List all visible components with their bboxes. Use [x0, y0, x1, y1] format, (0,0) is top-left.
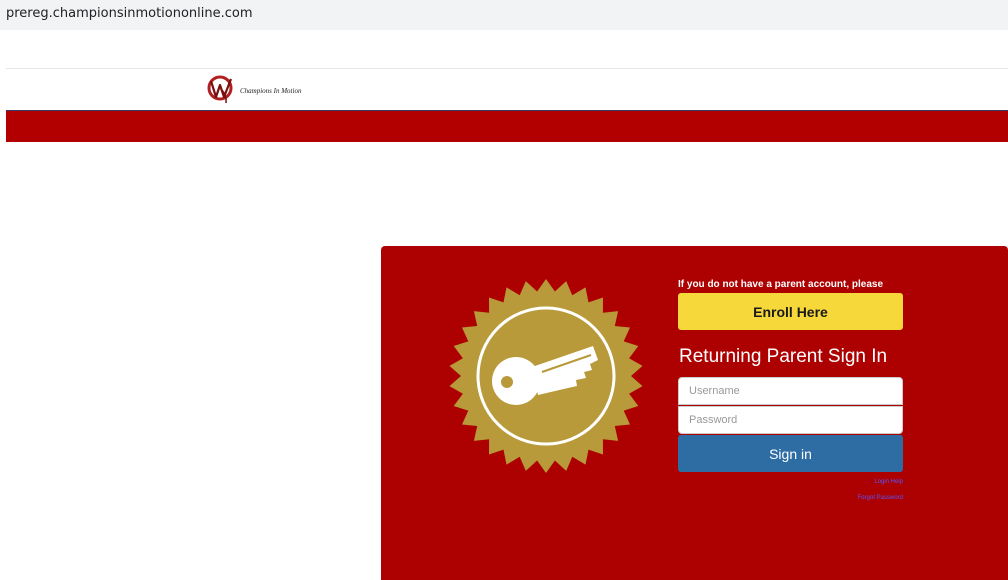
champions-logo-icon — [207, 75, 233, 104]
nav-bar — [6, 111, 1008, 142]
login-help-link[interactable]: Login Help — [874, 479, 903, 485]
header-divider — [6, 68, 1008, 69]
address-bar[interactable]: prereg.championsinmotiononline.com — [0, 0, 1008, 30]
key-seal-icon — [449, 279, 643, 473]
forgot-password-link[interactable]: Forgot Password — [858, 495, 903, 501]
sign-in-heading: Returning Parent Sign In — [679, 346, 888, 367]
password-input[interactable] — [678, 406, 903, 434]
sign-in-button[interactable]: Sign in — [678, 435, 903, 472]
username-input[interactable] — [678, 377, 903, 405]
logo-text: Champions In Motion — [240, 87, 302, 95]
enroll-prompt: If you do not have a parent account, ple… — [678, 279, 884, 290]
site-logo[interactable]: Champions In Motion — [205, 72, 301, 106]
enroll-here-button[interactable]: Enroll Here — [678, 293, 903, 330]
url-text[interactable]: prereg.championsinmotiononline.com — [6, 6, 253, 21]
